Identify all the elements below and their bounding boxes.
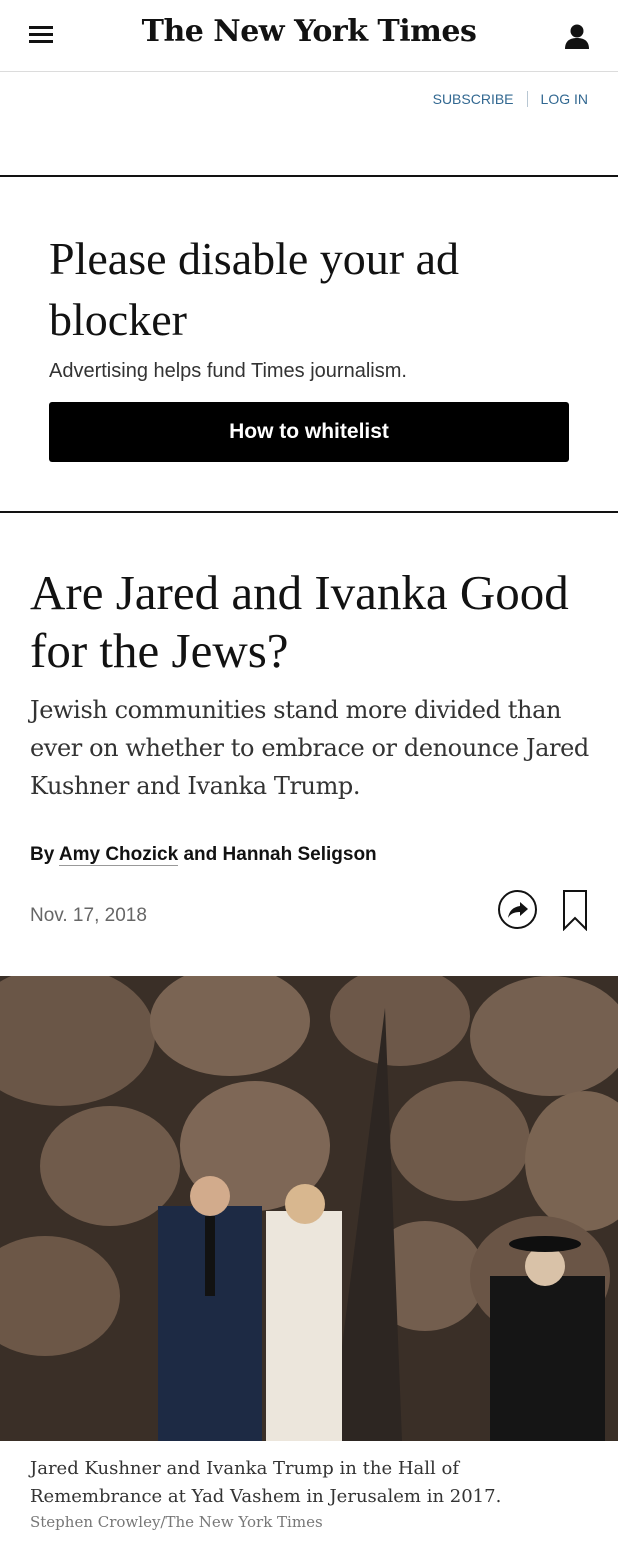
how-to-whitelist-button[interactable]: How to whitelist — [49, 402, 569, 462]
nyt-logo[interactable]: The New York Times — [0, 14, 618, 49]
adblock-subtitle: Advertising helps fund Times journalism. — [49, 360, 407, 382]
photo-caption: Jared Kushner and Ivanka Trump in the Ha… — [30, 1458, 502, 1507]
author-name: Hannah Seligson — [222, 844, 377, 865]
link-divider — [526, 91, 528, 107]
section-divider — [0, 175, 618, 177]
article-summary: Jewish communities stand more divided th… — [30, 696, 589, 800]
login-link[interactable]: LOG IN — [541, 91, 588, 107]
adblock-title: Please disable your ad blocker — [49, 233, 460, 345]
share-arrow-icon[interactable] — [498, 890, 537, 929]
byline-prefix: By — [30, 844, 55, 865]
top-header: The New York Times — [0, 0, 618, 72]
section-divider — [0, 511, 618, 513]
person-icon[interactable] — [563, 22, 591, 50]
publish-date: Nov. 17, 2018 — [30, 905, 147, 926]
subscribe-link[interactable]: SUBSCRIBE — [433, 91, 514, 107]
account-links: SUBSCRIBE LOG IN — [433, 91, 588, 107]
author-link[interactable]: Amy Chozick — [58, 844, 179, 866]
article-headline: Are Jared and Ivanka Good for the Jews? — [30, 565, 569, 678]
lead-photo — [0, 976, 618, 1441]
photo-credit: Stephen Crowley/The New York Times — [30, 1513, 323, 1531]
byline: By Amy Chozick and Hannah Seligson — [30, 844, 377, 866]
byline-and: and — [183, 844, 218, 865]
bookmark-icon[interactable] — [562, 889, 588, 932]
